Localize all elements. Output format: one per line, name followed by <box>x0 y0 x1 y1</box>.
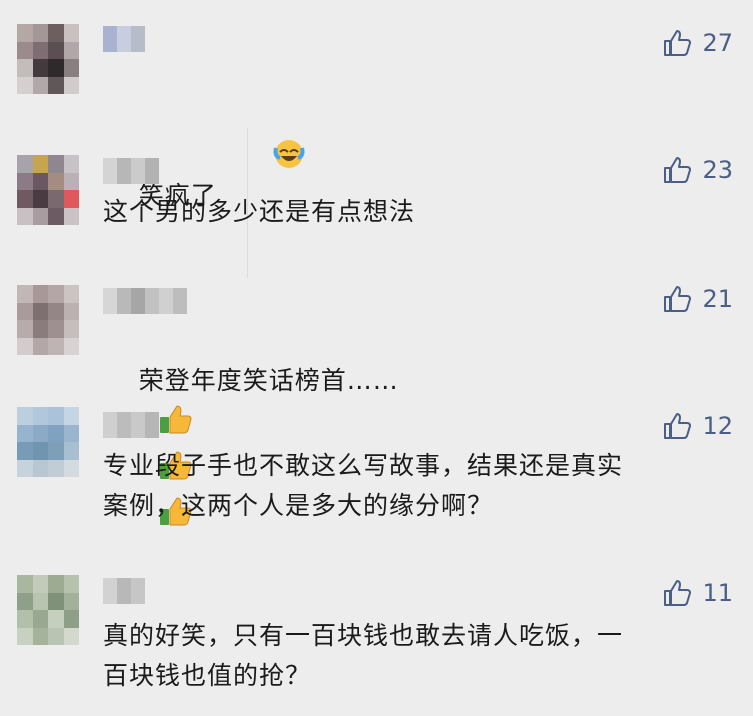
username-blurred[interactable] <box>103 578 145 604</box>
username-blurred[interactable] <box>103 412 159 438</box>
username-blurred[interactable] <box>103 158 159 184</box>
like-button[interactable]: 21 <box>662 284 733 314</box>
like-button[interactable]: 12 <box>662 411 733 441</box>
avatar[interactable] <box>17 155 79 225</box>
username-blurred[interactable] <box>103 26 145 52</box>
avatar[interactable] <box>17 285 79 355</box>
comment-text: 这个男的多少还是有点想法 <box>103 197 416 226</box>
thumbs-up-icon <box>664 30 692 56</box>
comment-text: 专业段子手也不敢这么写故事，结果还是真实 案例，这两个人是多大的缘分啊？ <box>103 451 624 520</box>
avatar[interactable] <box>17 575 79 645</box>
comment-text: 真的好笑，只有一百块钱也敢去请人吃饭，一 百块钱也值的抢？ <box>103 621 624 690</box>
like-count: 23 <box>702 156 733 184</box>
username-blurred[interactable] <box>103 288 187 314</box>
thumbs-up-icon <box>664 580 692 606</box>
thumbs-up-icon <box>664 157 692 183</box>
like-count: 12 <box>702 412 733 440</box>
like-button[interactable]: 23 <box>662 155 733 185</box>
thumbs-up-icon <box>664 286 692 312</box>
thumbs-up-icon <box>664 413 692 439</box>
like-count: 21 <box>702 285 733 313</box>
thumbs-up-emoji <box>159 403 193 447</box>
like-count: 27 <box>702 29 733 57</box>
like-count: 11 <box>702 579 733 607</box>
avatar[interactable] <box>17 407 79 477</box>
avatar[interactable] <box>17 24 79 94</box>
like-button[interactable]: 27 <box>662 28 733 58</box>
like-button[interactable]: 11 <box>662 578 733 608</box>
